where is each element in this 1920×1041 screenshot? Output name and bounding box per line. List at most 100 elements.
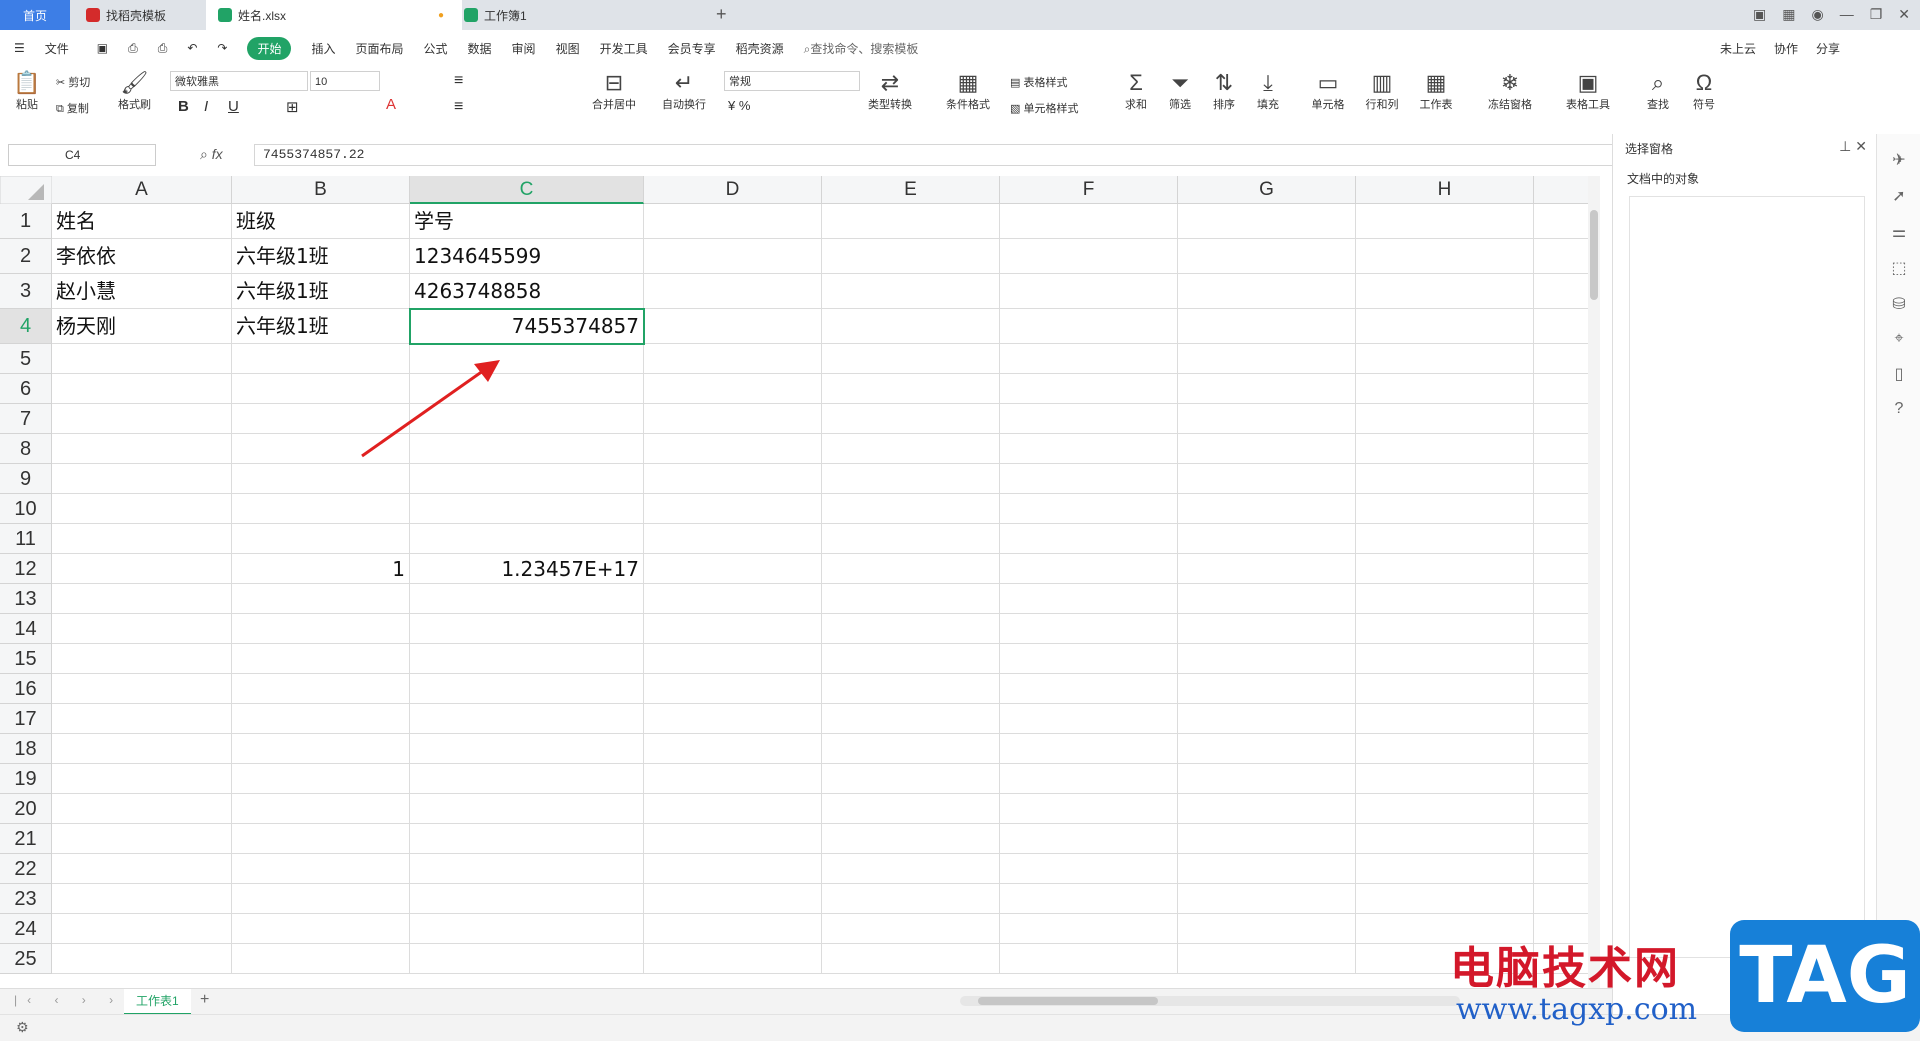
cell-h3[interactable] [1356,274,1534,309]
cell-c17[interactable] [410,704,644,734]
row-header-25[interactable]: 25 [0,944,52,974]
hamburger-icon[interactable]: ☰ [14,41,25,55]
selection-pane-title[interactable]: 选择窗格 [1625,140,1673,157]
font-size-select[interactable]: 10 [310,71,380,91]
cell-f7[interactable] [1000,404,1178,434]
cell-c13[interactable] [410,584,644,614]
cell-e21[interactable] [822,824,1000,854]
cell-e13[interactable] [822,584,1000,614]
cell-a3[interactable]: 赵小慧 [52,274,232,309]
cell-b4[interactable]: 六年级1班 [232,309,410,344]
cell-h18[interactable] [1356,734,1534,764]
cell-f13[interactable] [1000,584,1178,614]
cell-d8[interactable] [644,434,822,464]
cell-f9[interactable] [1000,464,1178,494]
rows-cols-button[interactable]: ▥ 行和列 [1360,70,1404,112]
cell-b10[interactable] [232,494,410,524]
cell-a18[interactable] [52,734,232,764]
bold-button[interactable]: B [178,98,189,115]
cell-c20[interactable] [410,794,644,824]
tab-home[interactable]: 首页 [0,0,70,30]
cell-f16[interactable] [1000,674,1178,704]
cell-a7[interactable] [52,404,232,434]
cell-a15[interactable] [52,644,232,674]
row-header-8[interactable]: 8 [0,434,52,464]
new-tab-plus-icon[interactable]: + [716,4,727,25]
cell-h21[interactable] [1356,824,1534,854]
filter-button[interactable]: ⏷ 筛选 [1162,70,1198,112]
number-format-select[interactable]: 常规 [724,71,860,91]
cell-c11[interactable] [410,524,644,554]
row-header-11[interactable]: 11 [0,524,52,554]
cell-h2[interactable] [1356,239,1534,274]
cell-button[interactable]: ▭ 单元格 [1306,70,1350,112]
column-header-f[interactable]: F [1000,176,1178,204]
cell-a11[interactable] [52,524,232,554]
cell-d24[interactable] [644,914,822,944]
share-button[interactable]: 分享 [1816,40,1840,57]
cell-a21[interactable] [52,824,232,854]
menu-docer[interactable]: 稻壳资源 [736,40,784,57]
cell-e20[interactable] [822,794,1000,824]
cell-h24[interactable] [1356,914,1534,944]
export-pdf-icon[interactable]: ⎙ [128,41,138,56]
cell-c2[interactable]: 1234645599 [410,239,644,274]
cell-a10[interactable] [52,494,232,524]
cell-g19[interactable] [1178,764,1356,794]
close-icon[interactable]: ✕ [1898,6,1910,23]
cell-d23[interactable] [644,884,822,914]
objects-list[interactable] [1629,196,1865,958]
cell-c15[interactable] [410,644,644,674]
cell-d15[interactable] [644,644,822,674]
cell-b16[interactable] [232,674,410,704]
cell-a8[interactable] [52,434,232,464]
cell-b6[interactable] [232,374,410,404]
cell-e18[interactable] [822,734,1000,764]
cell-c7[interactable] [410,404,644,434]
font-color-icon[interactable]: A [386,96,396,113]
type-convert-button[interactable]: ⇄ 类型转换 [862,70,918,112]
cell-f21[interactable] [1000,824,1178,854]
cell-h20[interactable] [1356,794,1534,824]
cell-d18[interactable] [644,734,822,764]
properties-icon[interactable]: ⚌ [1877,222,1920,242]
row-header-23[interactable]: 23 [0,884,52,914]
cell-d6[interactable] [644,374,822,404]
tab-workbook1[interactable]: 工作簿1 [452,0,714,30]
undo-icon[interactable]: ↶ [187,41,197,55]
cell-f1[interactable] [1000,204,1178,239]
menu-insert[interactable]: 插入 [311,40,335,57]
cell-e6[interactable] [822,374,1000,404]
cell-g20[interactable] [1178,794,1356,824]
cell-b9[interactable] [232,464,410,494]
cell-h11[interactable] [1356,524,1534,554]
cell-h22[interactable] [1356,854,1534,884]
cell-c18[interactable] [410,734,644,764]
row-header-3[interactable]: 3 [0,274,52,309]
transform-icon[interactable]: ⬚ [1877,258,1920,278]
cell-a14[interactable] [52,614,232,644]
cell-d19[interactable] [644,764,822,794]
cell-c16[interactable] [410,674,644,704]
menu-member[interactable]: 会员专享 [668,40,716,57]
cell-c1[interactable]: 学号 [410,204,644,239]
row-header-6[interactable]: 6 [0,374,52,404]
cell-b21[interactable] [232,824,410,854]
row-header-20[interactable]: 20 [0,794,52,824]
borders-icon[interactable]: ⊞ [286,98,299,116]
worksheet-button[interactable]: ▦ 工作表 [1414,70,1458,112]
cell-f11[interactable] [1000,524,1178,554]
sum-button[interactable]: Σ 求和 [1118,70,1154,112]
cell-b8[interactable] [232,434,410,464]
row-header-9[interactable]: 9 [0,464,52,494]
fill-button[interactable]: ⤓ 填充 [1250,70,1286,112]
tab-template[interactable]: 找稻壳模板 [74,0,212,30]
cell-d5[interactable] [644,344,822,374]
cell-f19[interactable] [1000,764,1178,794]
layout-icon[interactable]: ▣ [1753,6,1766,23]
column-header-b[interactable]: B [232,176,410,204]
row-header-4[interactable]: 4 [0,309,52,344]
cell-b13[interactable] [232,584,410,614]
cell-f14[interactable] [1000,614,1178,644]
cell-a4[interactable]: 杨天刚 [52,309,232,344]
